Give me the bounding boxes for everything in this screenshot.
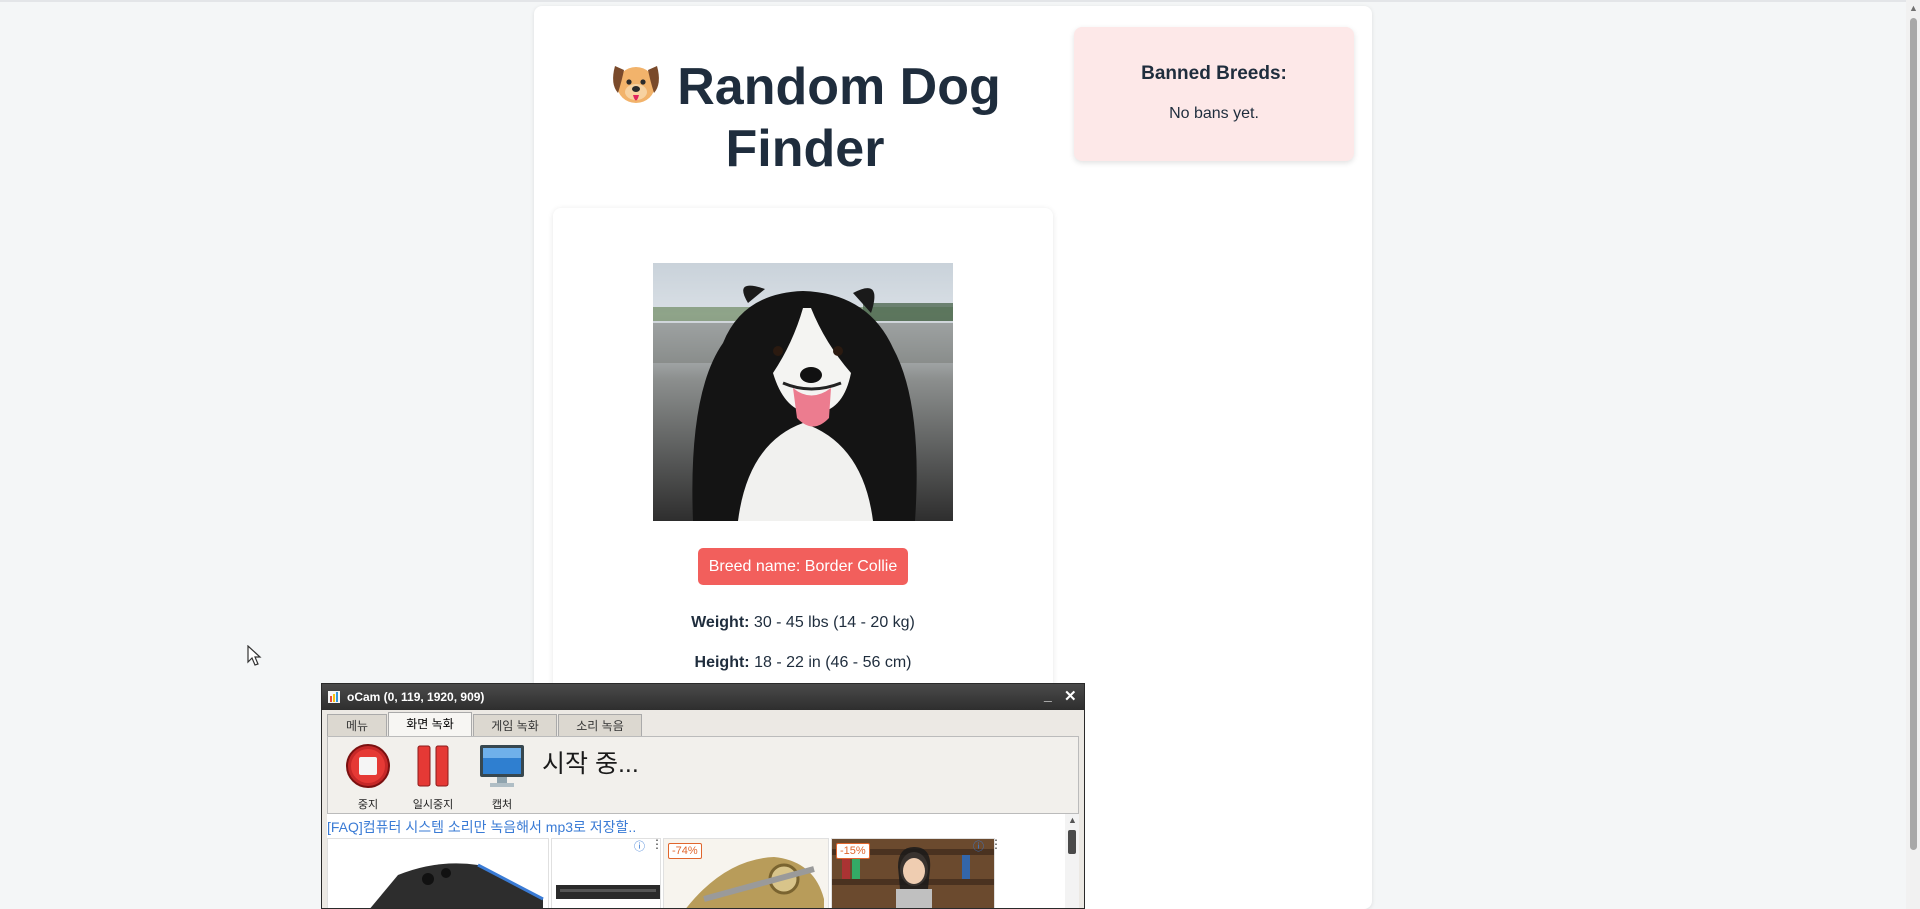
weight-row: Weight: 30 - 45 lbs (14 - 20 kg) <box>553 614 1053 632</box>
banned-breeds-heading: Banned Breeds: <box>1141 63 1287 84</box>
dog-face-icon <box>609 60 663 120</box>
ad-tile-3[interactable]: -74% <box>663 838 829 908</box>
tab-menu[interactable]: 메뉴 <box>327 714 387 736</box>
ocam-titlebar[interactable]: oCam (0, 119, 1920, 909) _ ✕ <box>322 684 1084 710</box>
app-title-text: Random Dog Finder <box>677 58 1001 179</box>
stop-icon <box>346 744 390 788</box>
browser-top-border <box>0 0 1920 2</box>
banned-breeds-panel: Banned Breeds: No bans yet. <box>1074 27 1354 161</box>
ad-tile-1[interactable] <box>327 838 549 908</box>
stop-button[interactable]: 중지 <box>340 743 396 812</box>
ad-scrollbar-thumb[interactable] <box>1068 830 1076 854</box>
capture-button[interactable]: 캡처 <box>474 743 530 812</box>
ocam-window: oCam (0, 119, 1920, 909) _ ✕ 메뉴 화면 녹화 게임… <box>321 683 1085 909</box>
weight-label: Weight: <box>691 614 750 631</box>
close-icon[interactable]: ✕ <box>1064 687 1077 705</box>
ocam-toolbar: 중지 일시중지 캡처 <box>327 736 1079 814</box>
pause-button[interactable]: 일시중지 <box>405 743 461 812</box>
ocam-logo-icon <box>328 691 340 703</box>
tab-screen-record[interactable]: 화면 녹화 <box>388 712 472 736</box>
faq-ad-link[interactable]: [FAQ]컴퓨터 시스템 소리만 녹음해서 mp3로 저장할.. <box>327 817 636 837</box>
ad-menu-icon[interactable]: ⋮ <box>651 837 663 851</box>
capture-label: 캡처 <box>491 799 513 811</box>
weight-value: 30 - 45 lbs (14 - 20 kg) <box>749 614 915 631</box>
stop-label: 중지 <box>357 799 379 811</box>
dog-photo <box>653 263 953 521</box>
height-value: 18 - 22 in (46 - 56 cm) <box>749 654 912 671</box>
mouse-cursor-icon <box>247 645 262 666</box>
tab-audio-record[interactable]: 소리 녹음 <box>558 714 642 736</box>
ad-info-icon[interactable]: ⓘ <box>634 838 645 854</box>
ad-product-image <box>328 839 548 908</box>
ad-area: [FAQ]컴퓨터 시스템 소리만 녹음해서 mp3로 저장할.. ⓘ ⋮ -74… <box>327 814 1079 908</box>
minimize-icon[interactable]: _ <box>1044 687 1052 703</box>
monitor-icon <box>480 745 524 787</box>
breed-name-button[interactable]: Breed name: Border Collie <box>698 548 908 585</box>
ad-info-icon[interactable]: ⓘ <box>973 838 984 854</box>
banned-breeds-empty-text: No bans yet. <box>1169 105 1259 122</box>
discount-badge: -15% <box>836 843 870 859</box>
height-label: Height: <box>694 654 750 671</box>
pause-label: 일시중지 <box>412 799 454 811</box>
scroll-up-arrow-icon[interactable]: ▲ <box>1068 815 1077 825</box>
pause-icon <box>417 745 449 787</box>
page-title: Random Dog Finder <box>590 58 1020 178</box>
ocam-status-text: 시작 중... <box>542 750 639 778</box>
discount-badge: -74% <box>668 843 702 859</box>
ocam-title: oCam (0, 119, 1920, 909) <box>347 690 485 704</box>
tab-game-record[interactable]: 게임 녹화 <box>473 714 557 736</box>
scroll-up-arrow-icon[interactable]: ▲ <box>1909 3 1918 13</box>
page-scrollbar-thumb[interactable] <box>1910 18 1917 850</box>
ad-tile-4[interactable]: -15% <box>831 838 995 908</box>
height-row: Height: 18 - 22 in (46 - 56 cm) <box>553 654 1053 672</box>
ad-scrollbar[interactable]: ▲ <box>1065 814 1079 908</box>
ad-menu-icon[interactable]: ⋮ <box>990 837 1002 851</box>
